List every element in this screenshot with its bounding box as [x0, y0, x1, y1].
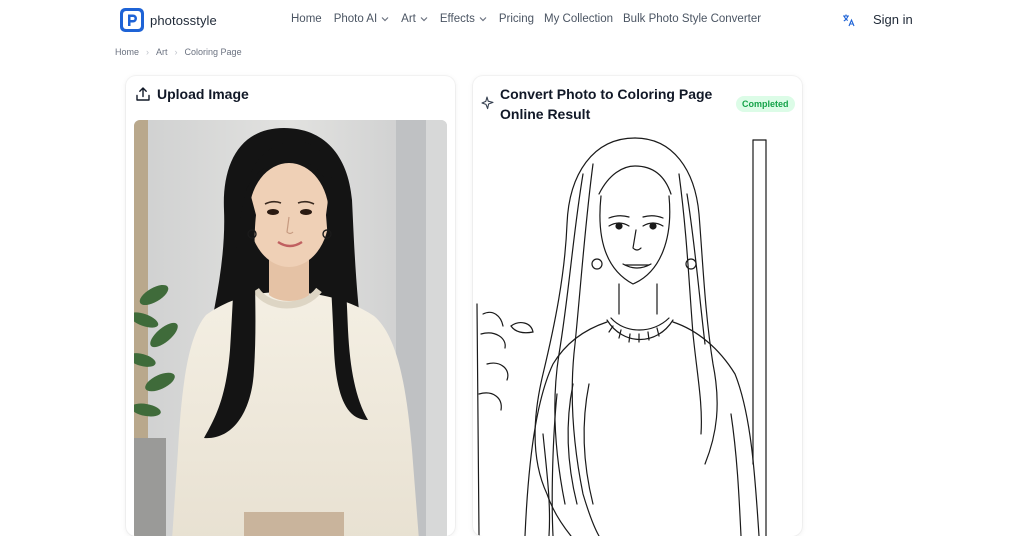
translate-icon[interactable]	[842, 13, 856, 27]
breadcrumb-separator: ›	[146, 47, 150, 57]
top-navbar: photosstyle Home Photo AI Art Effects Pr…	[0, 0, 1024, 40]
nav-pricing[interactable]: Pricing	[499, 13, 534, 25]
logo-icon	[120, 8, 144, 32]
nav-photo-ai[interactable]: Photo AI	[334, 13, 389, 25]
nav-effects[interactable]: Effects	[440, 13, 487, 25]
uploaded-photo[interactable]	[134, 120, 447, 536]
chevron-down-icon	[479, 17, 487, 22]
result-card: Convert Photo to Coloring Page Online Re…	[473, 76, 802, 536]
nav-art[interactable]: Art	[401, 13, 428, 25]
nav-my-collection[interactable]: My Collection	[544, 13, 613, 25]
nav-bulk-converter[interactable]: Bulk Photo Style Converter	[623, 13, 761, 25]
sign-in-link[interactable]: Sign in	[873, 12, 913, 27]
chevron-down-icon	[381, 17, 389, 22]
main-menu: Home Photo AI Art Effects Pricing My Col…	[291, 13, 761, 25]
result-title-line2: Online Result	[500, 106, 591, 122]
result-title-line1: Convert Photo to Coloring Page	[500, 86, 713, 102]
coloring-page-result[interactable]	[473, 134, 802, 536]
upload-icon	[136, 87, 150, 101]
breadcrumb: Home › Art › Coloring Page	[115, 47, 242, 57]
sparkle-icon	[481, 96, 494, 110]
breadcrumb-home[interactable]: Home	[115, 47, 139, 57]
upload-card: Upload Image	[126, 76, 455, 536]
nav-home[interactable]: Home	[291, 13, 322, 25]
breadcrumb-current: Coloring Page	[184, 47, 242, 57]
upload-title: Upload Image	[157, 86, 249, 102]
brand-logo[interactable]: photosstyle	[120, 8, 217, 32]
breadcrumb-separator: ›	[174, 47, 178, 57]
status-badge: Completed	[736, 96, 795, 112]
chevron-down-icon	[420, 17, 428, 22]
result-title: Convert Photo to Coloring Page Online Re…	[500, 84, 712, 124]
brand-name: photosstyle	[150, 12, 217, 28]
breadcrumb-art[interactable]: Art	[156, 47, 168, 57]
